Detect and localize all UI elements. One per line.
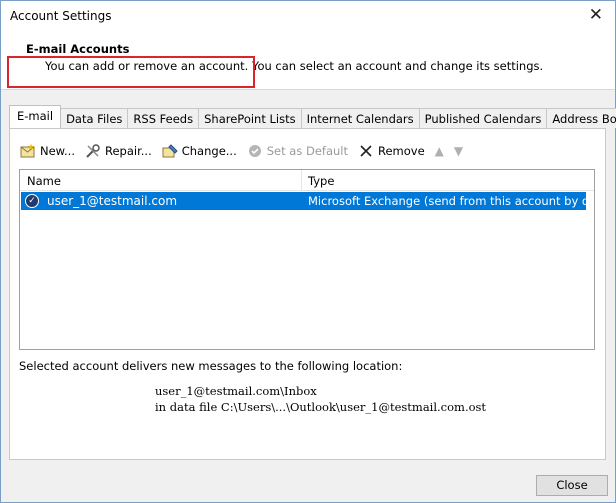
repair-button[interactable]: Repair...: [85, 143, 152, 159]
account-toolbar: New... Repair... Change... Set as Defaul…: [20, 141, 473, 161]
list-header: Name Type: [20, 170, 594, 191]
move-down-arrow-icon[interactable]: ▼: [454, 144, 463, 158]
header-title: E-mail Accounts: [26, 42, 130, 56]
email-tab-panel: New... Repair... Change... Set as Defaul…: [9, 128, 606, 460]
delivery-location-folder: user_1@testmail.com\Inbox: [155, 384, 317, 398]
account-settings-window: Account Settings ✕ E-mail Accounts You c…: [0, 0, 616, 503]
new-mail-icon: [20, 143, 36, 159]
delivery-location-label: Selected account delivers new messages t…: [19, 359, 403, 373]
account-type: Microsoft Exchange (send from this accou…: [308, 194, 586, 208]
tab-email[interactable]: E-mail: [9, 105, 62, 128]
remove-label: Remove: [378, 144, 425, 158]
tab-sharepoint-lists[interactable]: SharePoint Lists: [198, 108, 302, 128]
column-header-type[interactable]: Type: [302, 170, 594, 191]
window-title: Account Settings: [10, 9, 112, 23]
tab-rss-feeds[interactable]: RSS Feeds: [127, 108, 200, 128]
tab-address-books[interactable]: Address Books: [546, 108, 616, 128]
header-subtitle: You can add or remove an account. You ca…: [45, 59, 544, 73]
remove-button[interactable]: Remove: [358, 143, 425, 159]
repair-label: Repair...: [105, 144, 152, 158]
tab-data-files[interactable]: Data Files: [60, 108, 129, 128]
title-bar: Account Settings ✕: [1, 1, 615, 32]
default-check-icon: [247, 143, 263, 159]
new-account-label: New...: [40, 144, 75, 158]
move-up-arrow-icon[interactable]: ▲: [435, 144, 444, 158]
change-settings-icon: [162, 143, 178, 159]
delivery-location-datafile: in data file C:\Users\...\Outlook\user_1…: [155, 400, 487, 414]
repair-tools-icon: [85, 143, 101, 159]
new-account-button[interactable]: New...: [20, 143, 75, 159]
change-label: Change...: [181, 144, 237, 158]
accounts-list[interactable]: Name Type ✓ user_1@testmail.com Microsof…: [19, 169, 595, 350]
tab-internet-calendars[interactable]: Internet Calendars: [300, 108, 420, 128]
set-as-default-label: Set as Default: [266, 144, 348, 158]
close-button[interactable]: Close: [536, 475, 608, 496]
dialog-header: E-mail Accounts You can add or remove an…: [1, 32, 615, 90]
remove-x-icon: [358, 143, 374, 159]
window-close-icon[interactable]: ✕: [589, 5, 603, 25]
account-name-cell: ✓ user_1@testmail.com: [21, 194, 302, 208]
account-name: user_1@testmail.com: [47, 194, 178, 208]
tab-published-calendars[interactable]: Published Calendars: [418, 108, 548, 128]
change-button[interactable]: Change...: [162, 143, 237, 159]
default-account-check-icon: ✓: [25, 194, 39, 208]
set-as-default-button[interactable]: Set as Default: [247, 143, 348, 159]
account-row[interactable]: ✓ user_1@testmail.com Microsoft Exchange…: [21, 192, 586, 210]
column-header-name[interactable]: Name: [20, 170, 302, 191]
tab-strip: E-mail Data Files RSS Feeds SharePoint L…: [9, 105, 616, 128]
